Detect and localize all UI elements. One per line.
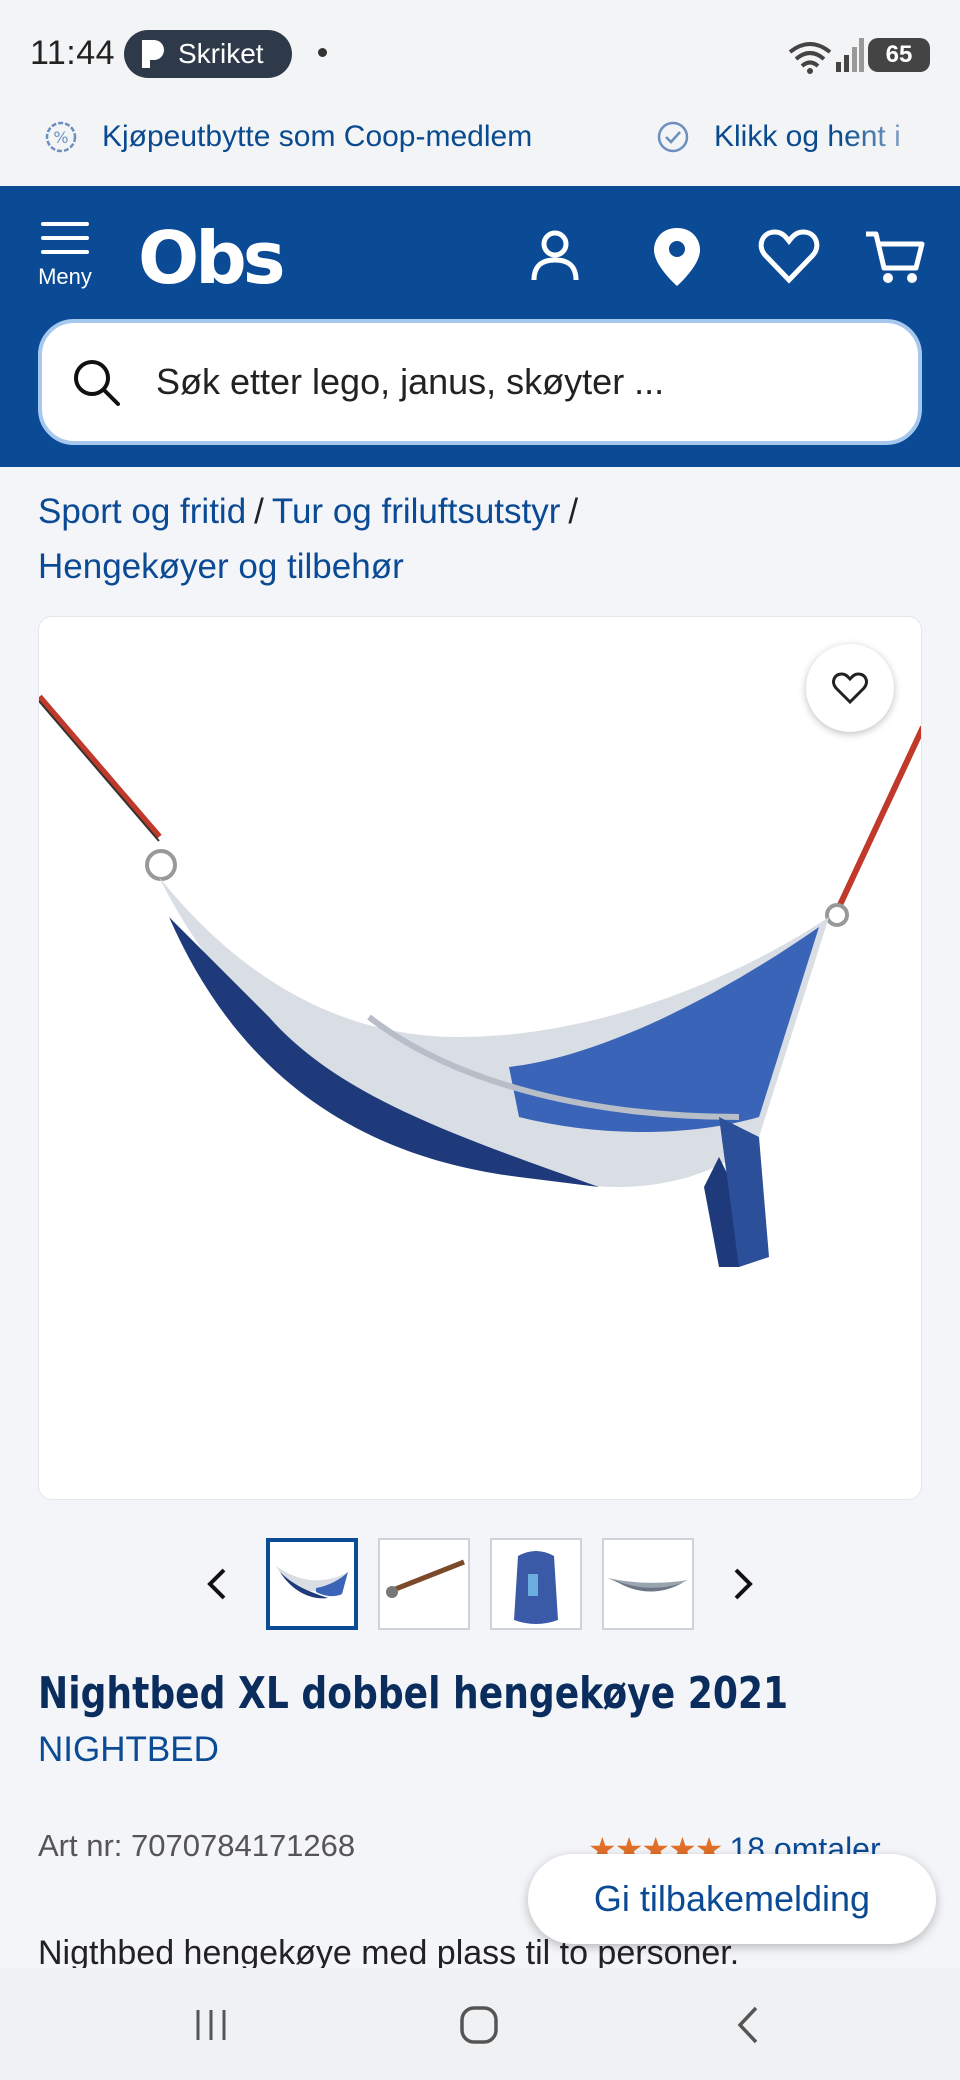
heart-outline-icon xyxy=(832,672,868,705)
menu-label: Meny xyxy=(38,264,92,289)
app-pill-label: Skriket xyxy=(178,38,264,69)
svg-text:%: % xyxy=(53,128,68,147)
wifi-icon xyxy=(788,42,832,74)
search-icon xyxy=(74,360,120,406)
recent-apps-icon[interactable] xyxy=(186,2000,236,2050)
hammock-image xyxy=(39,694,921,1267)
thumb-hammock-image xyxy=(276,1566,348,1599)
breadcrumb-separator: / xyxy=(568,492,579,531)
thumbnail-gallery xyxy=(0,1538,960,1632)
home-icon[interactable] xyxy=(454,2000,504,2050)
heart-icon[interactable] xyxy=(754,222,824,292)
obs-logo[interactable]: Obs xyxy=(138,216,286,300)
chevron-left-icon[interactable] xyxy=(196,1562,240,1606)
breadcrumb-tur-og-friluftsutstyr[interactable]: Tur og friluftsutstyr xyxy=(272,492,561,531)
product-title: Nightbed XL dobbel hengekøye 2021 xyxy=(38,1668,789,1719)
thumb-stuffsack-image xyxy=(514,1551,558,1624)
thumbnail-4[interactable] xyxy=(602,1538,694,1630)
account-icon[interactable] xyxy=(520,222,590,292)
app-p-icon xyxy=(142,40,164,68)
breadcrumb-separator: / xyxy=(254,492,264,531)
app-notification-pill: Skriket xyxy=(124,30,292,78)
search-input[interactable] xyxy=(156,361,856,403)
add-to-favorites-button[interactable] xyxy=(806,644,894,732)
back-icon[interactable] xyxy=(724,2000,774,2050)
feedback-button[interactable]: Gi tilbakemelding xyxy=(528,1854,936,1944)
thumbnail-2[interactable] xyxy=(378,1538,470,1630)
site-header: Meny Obs xyxy=(0,186,960,467)
status-bar: 11:44 Skriket 65 xyxy=(0,0,960,108)
breadcrumb-hengekoyer[interactable]: Hengekøyer og tilbehør xyxy=(38,547,404,586)
product-image-card[interactable] xyxy=(38,616,922,1500)
clock: 11:44 xyxy=(30,34,116,72)
article-number: Art nr: 7070784171268 xyxy=(38,1828,356,1863)
thumbnail-1[interactable] xyxy=(266,1538,358,1630)
hamburger-icon xyxy=(30,222,100,254)
percent-badge-icon: % xyxy=(45,121,77,153)
usp-strip: % Kjøpeutbytte som Coop-medlem Klikk og … xyxy=(0,108,960,186)
thumbnail-3[interactable] xyxy=(490,1538,582,1630)
thumb-hammock-top-image xyxy=(608,1578,688,1592)
check-circle-icon xyxy=(657,121,689,153)
notification-dot xyxy=(318,48,327,57)
battery-indicator: 65 xyxy=(868,38,930,72)
cart-icon[interactable] xyxy=(860,222,930,292)
usp-fade xyxy=(840,108,960,186)
usp-label: Kjøpeutbytte som Coop-medlem xyxy=(102,120,533,153)
location-pin-icon[interactable] xyxy=(642,222,712,292)
signal-icon xyxy=(836,38,864,72)
thumb-straps-image xyxy=(386,1559,465,1598)
chevron-right-icon[interactable] xyxy=(720,1562,764,1606)
breadcrumb-sport-og-fritid[interactable]: Sport og fritid xyxy=(38,492,246,531)
usp-item-member-bonus[interactable]: % Kjøpeutbytte som Coop-medlem xyxy=(44,120,532,154)
breadcrumb: Sport og fritid / Tur og friluftsutstyr / H… xyxy=(38,484,918,594)
search-box[interactable] xyxy=(38,319,922,445)
android-nav-bar xyxy=(0,1968,960,2080)
menu-button[interactable]: Meny xyxy=(30,222,100,302)
product-brand[interactable]: NIGHTBED xyxy=(38,1730,219,1770)
